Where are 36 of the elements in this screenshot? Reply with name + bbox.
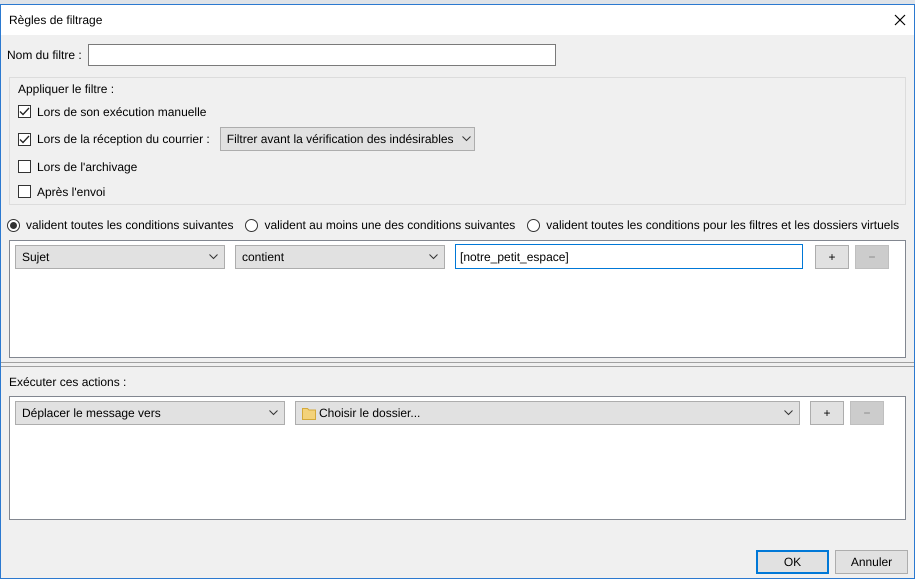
checkbox[interactable]: [18, 105, 31, 118]
radio-button[interactable]: [527, 218, 540, 232]
action-dropdown[interactable]: Déplacer le message vers: [15, 401, 285, 425]
condition-value-field[interactable]: [notre_petit_espace]: [455, 244, 803, 269]
checkbox-label: Après l'envoi: [37, 184, 106, 200]
radio-button[interactable]: [245, 218, 258, 232]
window-title: Règles de filtrage: [9, 12, 102, 29]
close-icon[interactable]: [894, 14, 906, 26]
filter-timing-dropdown[interactable]: Filtrer avant la vérification des indésirables: [220, 127, 475, 151]
caret-icon: [429, 254, 438, 260]
dialog-button[interactable]: Annuler: [835, 550, 908, 574]
caret-icon: [269, 410, 278, 416]
section-title: Exécuter ces actions :: [8, 374, 128, 391]
radio-label: valident toutes les conditions pour les filtres et les dossiers virtuels: [546, 217, 900, 234]
group-title: Appliquer le filtre :: [18, 81, 114, 98]
caret-icon: [462, 136, 471, 142]
radio-button[interactable]: [7, 218, 20, 232]
checkbox-label: Lors de l'archivage: [37, 158, 138, 176]
caret-icon: [209, 254, 218, 260]
add-button[interactable]: +: [815, 244, 849, 268]
checkbox[interactable]: [18, 160, 31, 173]
checkbox-label: Lors de la réception du courrier :: [37, 131, 210, 148]
checkbox[interactable]: [18, 132, 31, 146]
radio-label: valident toutes les conditions suivantes: [26, 217, 234, 234]
dialog-button[interactable]: OK: [756, 550, 829, 574]
folder-icon: [302, 406, 316, 420]
add-button[interactable]: +: [810, 401, 844, 425]
folder-dropdown[interactable]: Choisir le dossier...: [295, 401, 800, 425]
caret-icon: [784, 410, 793, 416]
filter-name-field[interactable]: [88, 44, 556, 66]
checkbox[interactable]: [18, 185, 31, 198]
filter-name-label: Nom du filtre :: [7, 47, 82, 64]
operator-dropdown[interactable]: contient: [235, 244, 445, 268]
field-dropdown[interactable]: Sujet: [15, 244, 225, 268]
radio-label: valident au moins une des conditions suivantes: [264, 217, 516, 234]
checkbox-label: Lors de son exécution manuelle: [37, 104, 206, 120]
